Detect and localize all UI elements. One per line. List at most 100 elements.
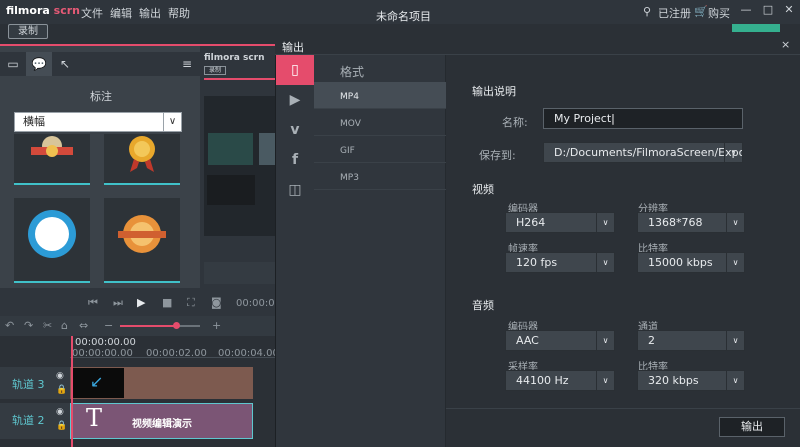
preview-mini-logo: filmora scrn xyxy=(204,53,265,63)
zoom-slider[interactable] xyxy=(120,322,200,329)
video-encoder-select[interactable]: H264 ∨ xyxy=(505,212,615,233)
framerate-select[interactable]: 120 fps ∨ xyxy=(505,252,615,273)
preview-accent-line xyxy=(204,78,275,80)
banner-thumb-2[interactable] xyxy=(104,134,180,185)
eye-icon[interactable]: ◉ xyxy=(56,371,64,381)
ruler-tick-1: 00:00:02.00 xyxy=(146,348,207,359)
chevron-down-icon: ∨ xyxy=(596,371,614,390)
zoom-out-icon[interactable]: − xyxy=(104,319,113,332)
vimeo-icon[interactable]: v xyxy=(276,115,314,145)
curved-arrow-icon: ↙ xyxy=(90,372,104,391)
chevron-down-icon: ∨ xyxy=(163,113,181,131)
round-badge-blue-icon xyxy=(28,210,76,258)
output-section-title: 输出说明 xyxy=(472,85,516,98)
dialog-close-icon[interactable]: × xyxy=(781,38,790,51)
chevron-down-icon: ∨ xyxy=(596,253,614,272)
chevron-down-icon: ∨ xyxy=(726,253,744,272)
format-mov[interactable]: MOV xyxy=(314,109,446,136)
audio-section-title: 音频 xyxy=(472,299,494,312)
minimize-icon[interactable]: — xyxy=(738,3,754,17)
export-button[interactable]: 输出 xyxy=(719,417,785,437)
format-gif[interactable]: GIF xyxy=(314,136,446,163)
dialog-titlebar xyxy=(275,34,800,55)
banner-thumb-3[interactable] xyxy=(14,198,90,283)
preview-media-thumb xyxy=(208,133,253,165)
prev-frame-icon[interactable]: ⏭ xyxy=(113,296,123,310)
maximize-icon[interactable]: □ xyxy=(760,3,776,17)
video-bitrate-select[interactable]: 15000 kbps ∨ xyxy=(637,252,745,273)
menu-file[interactable]: 文件 xyxy=(81,5,103,21)
local-file-icon[interactable]: ▯ xyxy=(276,55,314,85)
track-3-label: 轨道 3 xyxy=(12,378,45,391)
marker-icon[interactable]: ⌂ xyxy=(61,319,68,332)
twitch-icon[interactable]: ◫ xyxy=(276,175,314,205)
annotation-label: 标注 xyxy=(90,90,112,103)
redo-icon[interactable]: ↷ xyxy=(24,319,33,332)
notification-tag xyxy=(732,24,780,32)
menu-help[interactable]: 帮助 xyxy=(168,5,190,21)
buy-link[interactable]: 购买 xyxy=(708,5,730,21)
medal-icon xyxy=(129,136,155,172)
samplerate-select[interactable]: 44100 Hz ∨ xyxy=(505,370,615,391)
lock-icon[interactable]: 🔒 xyxy=(56,421,67,431)
play-icon[interactable]: ▶ xyxy=(137,296,145,309)
eye-icon[interactable]: ◉ xyxy=(56,407,64,417)
channel-select[interactable]: 2 ∨ xyxy=(637,330,745,351)
chevron-down-icon: ∨ xyxy=(726,331,744,350)
chevron-down-icon: ∨ xyxy=(724,143,742,162)
menu-edit[interactable]: 编辑 xyxy=(110,5,132,21)
playhead[interactable] xyxy=(71,336,73,447)
youtube-icon[interactable]: ▶ xyxy=(276,85,314,115)
chevron-down-icon: ∨ xyxy=(596,213,614,232)
preview-video-thumb xyxy=(207,175,255,205)
chevron-down-icon: ∨ xyxy=(596,331,614,350)
undo-icon[interactable]: ↶ xyxy=(5,319,14,332)
project-name-input[interactable]: My Project| xyxy=(543,108,743,129)
cursor-tab-icon[interactable]: ↖ xyxy=(52,52,78,76)
audio-encoder-select[interactable]: AAC ∨ xyxy=(505,330,615,351)
format-mp3[interactable]: MP3 xyxy=(314,163,446,190)
snapshot-icon[interactable]: ◙ xyxy=(211,296,222,309)
banner-thumb-4[interactable] xyxy=(104,198,180,283)
ribbon-badge-icon xyxy=(31,136,73,157)
zoom-in-icon[interactable]: + xyxy=(212,319,221,332)
resolution-select[interactable]: 1368*768 ∨ xyxy=(637,212,745,233)
key-icon: ⚲ xyxy=(643,5,652,18)
name-label: 名称: xyxy=(502,116,528,129)
chevron-down-icon: ∨ xyxy=(726,371,744,390)
ruler-tick-2: 00:00:04.00 xyxy=(218,348,279,359)
stop-icon[interactable]: ■ xyxy=(162,296,172,309)
cut-icon[interactable]: ✂ xyxy=(43,319,52,332)
annotation-type-select[interactable]: 横幅 ∨ xyxy=(14,112,182,132)
step-back-icon[interactable]: ⏮ xyxy=(88,296,98,310)
preview-mini-record: 录制 xyxy=(204,66,226,75)
preview-media-area xyxy=(204,96,275,236)
ruler-tick-0: 00:00:00.00 xyxy=(72,348,133,359)
annotation-tab-icon[interactable]: 💬 xyxy=(26,52,52,76)
registered-label[interactable]: 已注册 xyxy=(658,5,691,21)
format-mp4[interactable]: MP4 xyxy=(314,82,446,109)
lock-icon[interactable]: 🔒 xyxy=(56,385,67,395)
save-path-select[interactable]: D:/Documents/FilmoraScreen/Expor ∨ xyxy=(543,142,743,163)
text-clip-icon: T xyxy=(86,404,103,432)
track-2-label: 轨道 2 xyxy=(12,414,45,427)
audio-bitrate-select[interactable]: 320 kbps ∨ xyxy=(637,370,745,391)
media-tab-icon[interactable]: ▭ xyxy=(0,52,26,76)
dialog-title: 输出 xyxy=(282,41,304,54)
facebook-icon[interactable]: f xyxy=(276,145,314,175)
record-button[interactable]: 录制 xyxy=(8,24,48,39)
format-heading: 格式 xyxy=(340,65,365,79)
preview-media-thumb-2 xyxy=(259,133,275,165)
round-badge-orange-icon xyxy=(118,215,166,253)
video-section-title: 视频 xyxy=(472,183,494,196)
chevron-down-icon: ∨ xyxy=(726,213,744,232)
window-title: 未命名项目 xyxy=(376,10,431,23)
menu-export[interactable]: 输出 xyxy=(139,5,161,21)
track-2-clip-text: 视频编辑演示 xyxy=(132,419,192,430)
dialog-footer-divider xyxy=(446,408,800,409)
panel-menu-icon[interactable]: ≡ xyxy=(174,52,200,76)
banner-thumb-1[interactable] xyxy=(14,134,90,185)
fit-icon[interactable]: ⇔ xyxy=(79,319,88,332)
close-window-icon[interactable]: ✕ xyxy=(781,3,797,17)
fullscreen-icon[interactable]: ⛶ xyxy=(187,296,195,310)
